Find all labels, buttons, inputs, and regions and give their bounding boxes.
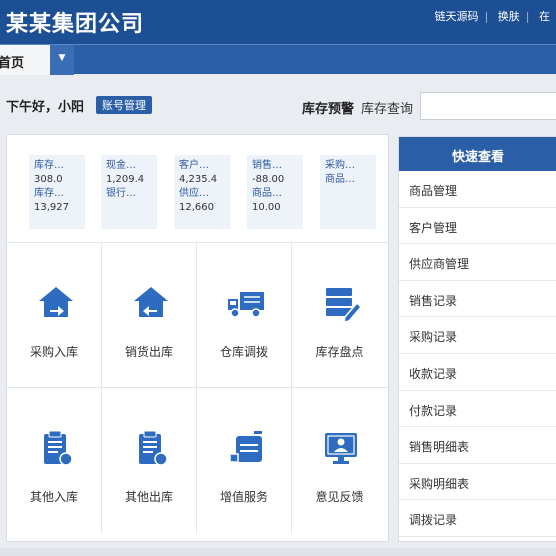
tile-sales-out[interactable]: 销货出库 [102,243,197,388]
stat-label: 销售… [252,160,282,171]
tile-feedback[interactable]: 意见反馈 [292,388,387,533]
quick-item-sales-records[interactable]: 销售记录 [399,281,556,318]
truck-icon [228,292,264,318]
more-link[interactable]: 在 [539,10,550,23]
clipboard-in-icon [44,430,73,466]
tile-label: 销货出库 [124,345,173,359]
app-header: 某某集团公司 链天源码 | 换肤 | 在 [0,0,556,44]
tile-label: 仓库调拨 [219,345,268,359]
tile-stocktaking[interactable]: 库存盘点 [292,243,387,388]
stat-label: 库存… [34,188,64,199]
stat-label: 现金… [106,160,136,171]
stat-card[interactable]: 库存… 308.0 库存… 13,927 [29,155,85,229]
stat-value: 4,235.4 [179,174,218,185]
brand-title: 某某集团公司 [6,12,145,37]
quick-item-payments[interactable]: 付款记录 [399,391,556,428]
stat-label: 商品… [325,174,355,185]
stat-label: 客户… [179,160,209,171]
stock-warning-label: 库存预警 [302,102,355,117]
quick-item-receipts[interactable]: 收款记录 [399,354,556,391]
tile-label: 其他出库 [124,490,173,504]
stock-search-input[interactable] [420,92,556,120]
quick-view-panel: 快速查看 商品管理 客户管理 供应商管理 销售记录 采购记录 收款记录 付款记录… [398,136,556,542]
stock-query-label: 库存查询 [361,102,414,117]
stat-label: 供应… [179,188,209,199]
stat-label: 银行… [106,188,136,199]
stat-card[interactable]: 现金… 1,209.4 银行… [101,155,157,229]
source-link[interactable]: 链天源码 [435,10,479,23]
stack-edit-icon [326,288,361,323]
stat-value: 13,927 [34,202,69,213]
tab-dropdown-icon[interactable]: ▼ [50,45,74,75]
stat-value: 12,660 [179,202,214,213]
stats-row: 库存… 308.0 库存… 13,927 现金… 1,209.4 银行… 客户…… [7,135,390,243]
stat-label: 商品… [252,188,282,199]
stat-card[interactable]: 销售… -88.00 商品… 10.00 [247,155,303,229]
account-manage-button[interactable]: 账号管理 [96,96,152,114]
stat-label: 采购… [325,160,355,171]
quick-item-transfers[interactable]: 调拨记录 [399,500,556,537]
skin-link[interactable]: 换肤 [498,10,520,23]
stat-card[interactable]: 客户… 4,235.4 供应… 12,660 [174,155,230,229]
stat-label: 库存… [34,160,64,171]
stat-value: 308.0 [34,174,63,185]
quick-item-products[interactable]: 商品管理 [399,171,556,208]
quick-item-purchase-records[interactable]: 采购记录 [399,317,556,354]
tile-purchase-in[interactable]: 采购入库 [7,243,102,388]
footer-bar [0,548,556,556]
quick-item-customers[interactable]: 客户管理 [399,208,556,245]
tab-home[interactable]: 首页 [0,45,50,75]
greeting: 下午好，小阳 [6,100,85,115]
house-in-icon [39,287,73,317]
tile-warehouse-transfer[interactable]: 仓库调拨 [197,243,292,388]
stat-value: 10.00 [252,202,281,213]
stat-value: -88.00 [252,174,285,185]
tile-other-in[interactable]: 其他入库 [7,388,102,533]
quick-item-purchase-detail[interactable]: 采购明细表 [399,464,556,501]
cart-box-icon [229,431,262,463]
quick-item-suppliers[interactable]: 供应商管理 [399,244,556,281]
tile-label: 其他入库 [29,490,78,504]
clipboard-out-icon [139,430,168,466]
quick-view-title: 快速查看 [399,137,556,171]
tile-label: 采购入库 [29,345,78,359]
stat-value: 1,209.4 [106,174,145,185]
tile-value-added[interactable]: 增值服务 [197,388,292,533]
main-panel: 库存… 308.0 库存… 13,927 现金… 1,209.4 银行… 客户…… [6,134,390,542]
tab-bar: 首页 ▼ [0,44,556,75]
tile-label: 增值服务 [219,490,268,504]
monitor-user-icon [325,433,357,464]
top-links: 链天源码 | 换肤 | 在 [434,10,550,23]
tile-label: 意见反馈 [315,490,364,504]
quick-item-sales-detail[interactable]: 销售明细表 [399,427,556,464]
house-out-icon [134,287,168,317]
tile-other-out[interactable]: 其他出库 [102,388,197,533]
stat-card[interactable]: 采购… 商品… [320,155,376,229]
tile-label: 库存盘点 [315,345,364,359]
